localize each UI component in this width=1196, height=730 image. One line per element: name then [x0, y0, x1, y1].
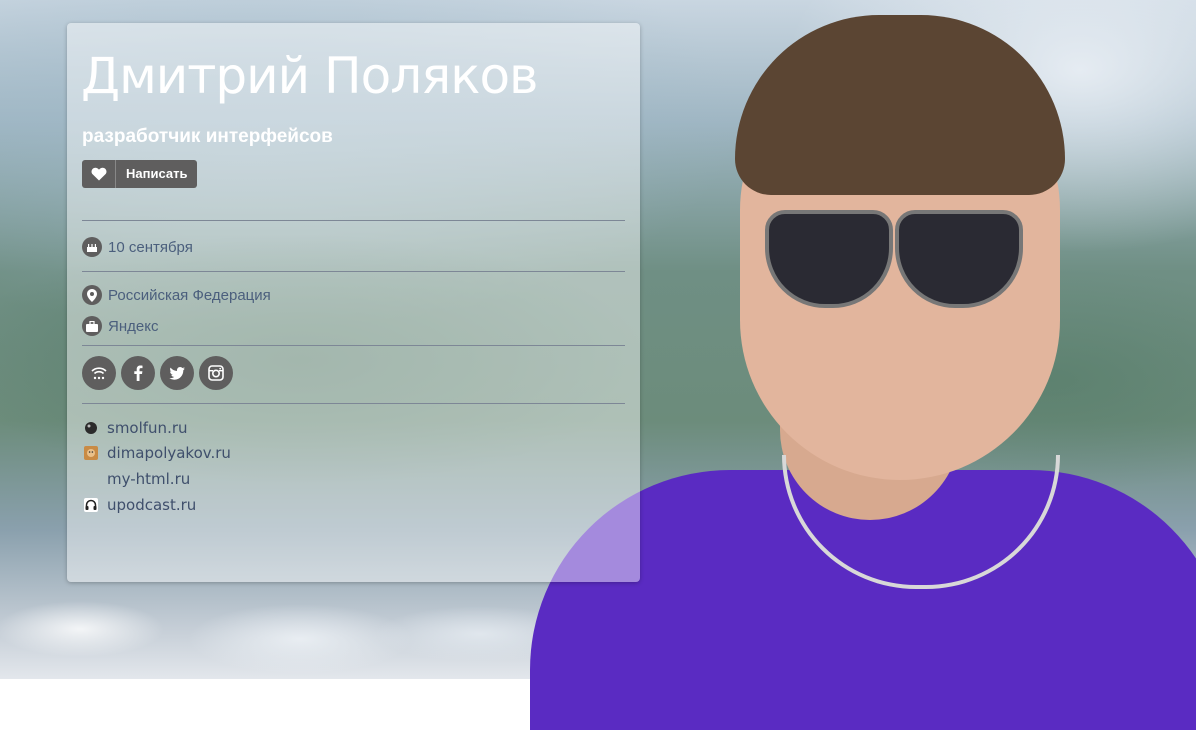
profile-name: Дмитрий Поляков: [81, 47, 539, 105]
website-link-dimapolyakov[interactable]: dimapolyakov.ru: [84, 443, 231, 463]
divider: [82, 345, 625, 346]
write-message-button[interactable]: Написать: [116, 160, 198, 188]
smolfun-favicon: [84, 421, 98, 435]
social-links: [82, 356, 233, 390]
upodcast-link-text[interactable]: upodcast.ru: [107, 496, 196, 514]
upodcast-favicon: [84, 498, 98, 512]
divider: [82, 271, 625, 272]
country-row: Российская Федерация: [82, 284, 271, 306]
birthday-text: 10 сентября: [108, 238, 193, 256]
location-pin-icon: [82, 285, 102, 305]
cake-icon: [82, 237, 102, 257]
rss-icon: [91, 367, 107, 380]
company-text: Яндекс: [108, 317, 159, 335]
profile-position: разработчик интерфейсов: [82, 126, 333, 147]
like-button[interactable]: [82, 160, 116, 188]
country-text: Российская Федерация: [108, 286, 271, 304]
divider: [82, 220, 625, 221]
website-link-upodcast[interactable]: upodcast.ru: [84, 495, 196, 515]
profile-actions: Написать: [82, 160, 198, 188]
website-link-myhtml[interactable]: my-html.ru: [84, 469, 190, 489]
divider: [82, 403, 625, 404]
twitter-link[interactable]: [160, 356, 194, 390]
company-row: Яндекс: [82, 315, 158, 337]
website-link-smolfun[interactable]: smolfun.ru: [84, 418, 188, 438]
smolfun-link-text[interactable]: smolfun.ru: [107, 419, 188, 437]
profile-card: Дмитрий Поляков разработчик интерфейсов …: [67, 23, 640, 582]
briefcase-icon: [82, 316, 102, 336]
myhtml-link-text[interactable]: my-html.ru: [107, 470, 190, 488]
heart-icon: [91, 167, 106, 181]
empty-favicon: [84, 472, 98, 486]
facebook-icon: [134, 365, 143, 381]
person-hair: [735, 15, 1065, 195]
instagram-link[interactable]: [199, 356, 233, 390]
rss-link[interactable]: [82, 356, 116, 390]
dimapolyakov-link-text[interactable]: dimapolyakov.ru: [107, 444, 231, 462]
instagram-icon: [208, 365, 224, 381]
birthday-row: 10 сентября: [82, 236, 193, 258]
twitter-icon: [169, 366, 185, 380]
facebook-link[interactable]: [121, 356, 155, 390]
dimapolyakov-favicon: [84, 446, 98, 460]
